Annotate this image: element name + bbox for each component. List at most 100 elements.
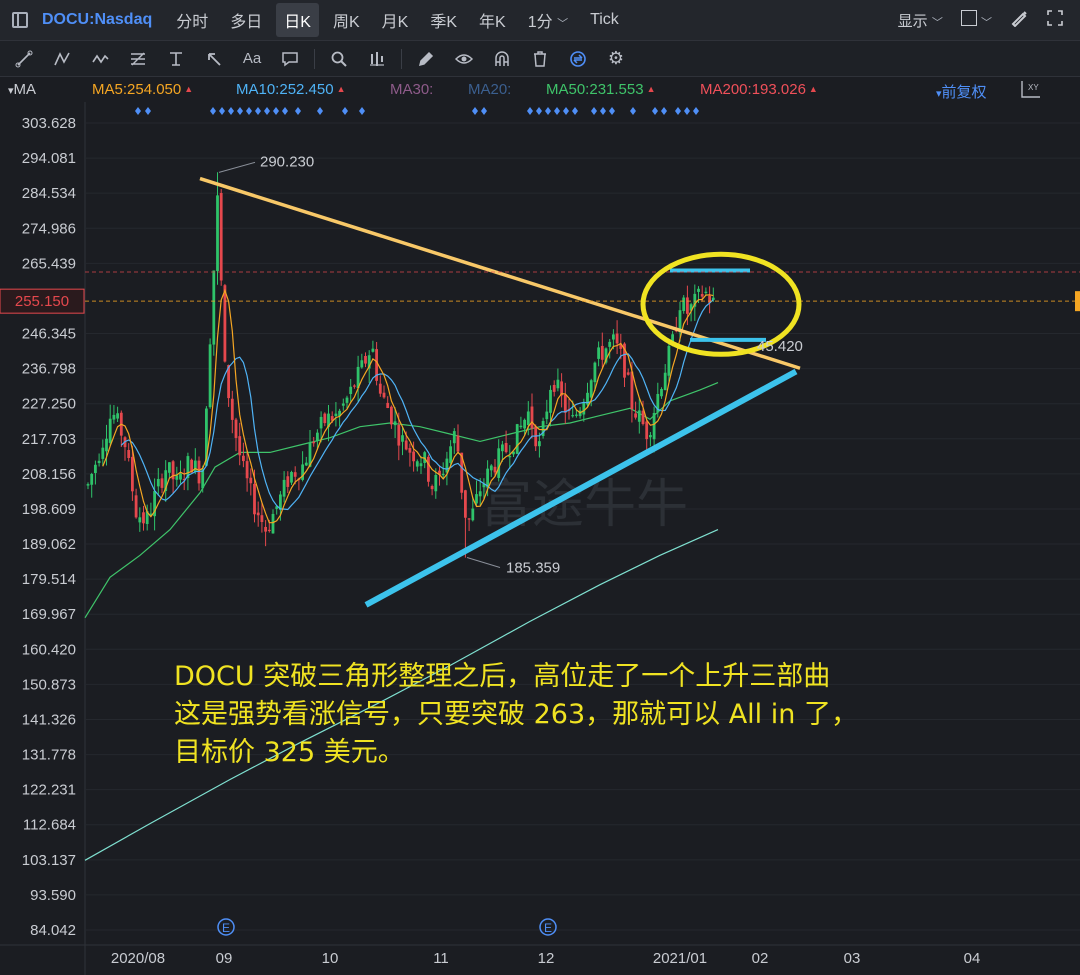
ma50-value[interactable]: MA50:231.553 ▲: [546, 81, 656, 98]
candle-body: [94, 464, 97, 474]
event-diamond-icon: [135, 107, 141, 115]
ma20-value[interactable]: MA20:: [468, 81, 511, 98]
tab-weekly-k[interactable]: 周K: [325, 3, 368, 37]
tab-monthly-k[interactable]: 月K: [374, 3, 417, 37]
candlestick-chart[interactable]: 富途牛牛 290.230185.35945.420 303.628294.081…: [0, 102, 1080, 975]
arrow-tool-icon[interactable]: [200, 45, 228, 73]
candle-body: [127, 450, 131, 459]
interval-select[interactable]: 1分 ﹀: [520, 3, 576, 37]
y-tick-label: 122.231: [22, 782, 76, 799]
candle-body: [242, 455, 245, 462]
ma200-value[interactable]: MA200:193.026 ▲: [700, 81, 818, 98]
indicator-icon[interactable]: [363, 45, 391, 73]
ma-menu[interactable]: ▾MA: [8, 81, 36, 98]
candle-body: [441, 473, 445, 476]
x-tick-label: 03: [844, 950, 861, 967]
event-diamond-icon: [237, 107, 243, 115]
y-tick-label: 112.684: [23, 817, 76, 834]
y-tick-label: 93.590: [30, 887, 76, 904]
high-price-label: 290.230: [260, 153, 314, 170]
ma5-value[interactable]: MA5:254.050 ▲: [92, 81, 193, 98]
tab-intraday[interactable]: 分时: [168, 3, 216, 37]
y-tick-label: 217.703: [22, 431, 76, 448]
search-icon[interactable]: [325, 45, 353, 73]
line-tool-icon[interactable]: [10, 45, 38, 73]
y-tick-label: 84.042: [30, 922, 76, 939]
ma50-text: MA50:231.553: [546, 81, 644, 98]
y-tick-label: 131.778: [22, 747, 76, 764]
event-diamond-icon: [600, 107, 606, 115]
candle-body: [452, 431, 456, 444]
event-diamond-icon: [630, 107, 636, 115]
eye-icon[interactable]: [450, 45, 478, 73]
wave-tool-icon[interactable]: [86, 45, 114, 73]
display-menu[interactable]: 显示 ﹀: [898, 10, 943, 31]
price-adjust-select[interactable]: ▾前复权: [936, 81, 987, 102]
tab-tick[interactable]: Tick: [582, 6, 627, 34]
tab-multi-day[interactable]: 多日: [222, 3, 270, 37]
text-tool-icon[interactable]: Aa: [238, 45, 266, 73]
candle-body: [323, 413, 327, 424]
gear-icon[interactable]: ⚙: [602, 45, 630, 73]
candle-body: [230, 398, 234, 420]
y-tick-label: 236.798: [22, 361, 76, 378]
candle-body: [711, 297, 715, 300]
candle-body: [134, 495, 138, 518]
event-diamond-icon: [472, 107, 478, 115]
event-diamond-icon: [536, 107, 542, 115]
tab-daily-k[interactable]: 日K: [276, 3, 319, 37]
fullscreen-icon[interactable]: [1046, 9, 1064, 31]
comment-tool-icon[interactable]: [276, 45, 304, 73]
layout-checkbox-menu[interactable]: ﹀: [960, 10, 992, 30]
fibonacci-tool-icon[interactable]: [124, 45, 152, 73]
drawing-toolbar: Aa ⚙: [0, 41, 1080, 77]
y-tick-label: 246.345: [22, 326, 76, 343]
ma30-value[interactable]: MA30:: [390, 81, 433, 98]
candle-body: [238, 436, 242, 456]
polyline-tool-icon[interactable]: [48, 45, 76, 73]
tab-quarterly-k[interactable]: 季K: [422, 3, 465, 37]
axis-settings-icon[interactable]: XY: [1020, 79, 1042, 103]
magnet-icon[interactable]: [488, 45, 516, 73]
candle-body: [571, 415, 575, 417]
candle-body: [108, 418, 112, 443]
trash-icon[interactable]: [526, 45, 554, 73]
symbol-title[interactable]: DOCU:Nasdaq: [42, 11, 152, 29]
candle-body: [582, 402, 586, 415]
pencil-icon[interactable]: [412, 45, 440, 73]
candle-body: [301, 464, 304, 480]
draw-brush-icon[interactable]: [1010, 9, 1028, 31]
sidebar-toggle-icon[interactable]: [12, 12, 28, 28]
candle-body: [589, 380, 593, 398]
candle-body: [390, 406, 393, 425]
y-tick-label: 169.967: [22, 606, 76, 623]
y-tick-label: 103.137: [22, 852, 76, 869]
y-tick-label: 274.986: [22, 220, 76, 237]
candle-body: [234, 419, 238, 438]
tab-yearly-k[interactable]: 年K: [471, 3, 514, 37]
y-tick-label: 227.250: [22, 396, 76, 413]
low-label-leader: [466, 557, 501, 568]
event-diamond-icon: [693, 107, 699, 115]
candle-body: [116, 413, 119, 419]
measure-tool-icon[interactable]: [162, 45, 190, 73]
event-diamond-icon: [295, 107, 301, 115]
ma10-value[interactable]: MA10:252.450 ▲: [236, 81, 346, 98]
candle-body: [312, 442, 316, 444]
candle-body: [223, 285, 227, 362]
low-price-label: 185.359: [506, 559, 560, 576]
candle-body: [249, 477, 253, 484]
candle-body: [526, 411, 530, 426]
candle-body: [290, 472, 293, 483]
candle-body: [530, 406, 534, 429]
event-diamond-icon: [264, 107, 270, 115]
clipped-price-label: 45.420: [757, 338, 803, 355]
event-diamond-icon: [572, 107, 578, 115]
candle-body: [612, 334, 615, 340]
x-tick-label: 04: [964, 950, 981, 967]
sync-icon[interactable]: [564, 45, 592, 73]
y-tick-label: 179.514: [22, 571, 76, 588]
up-arrow-icon: ▲: [184, 84, 194, 94]
candle-body: [538, 441, 541, 447]
candle-body: [86, 484, 90, 486]
